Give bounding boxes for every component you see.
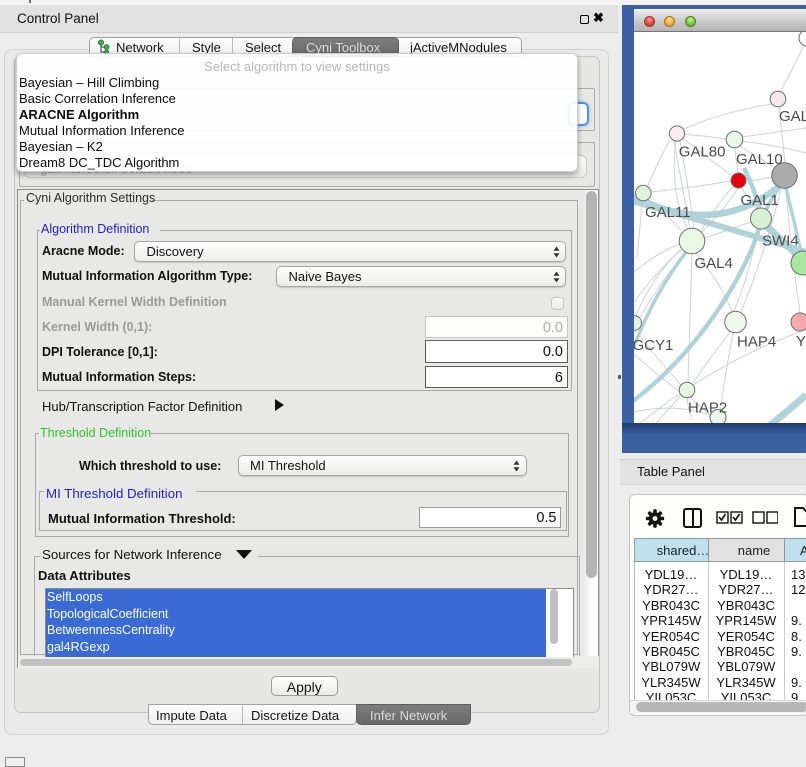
svg-text:HAP2: HAP2 [688, 400, 727, 417]
svg-text:GAL2: GAL2 [779, 108, 806, 125]
svg-text:GAL80: GAL80 [679, 144, 726, 161]
svg-text:Y: Y [796, 333, 806, 350]
svg-text:GAL4: GAL4 [695, 255, 733, 272]
svg-text:SWI4: SWI4 [762, 233, 799, 250]
svg-text:GAL10: GAL10 [736, 151, 783, 168]
svg-text:HAP4: HAP4 [737, 334, 776, 351]
svg-text:GAL1: GAL1 [741, 192, 779, 209]
svg-text:GCY1: GCY1 [634, 337, 673, 354]
svg-text:GAL11: GAL11 [645, 204, 691, 221]
